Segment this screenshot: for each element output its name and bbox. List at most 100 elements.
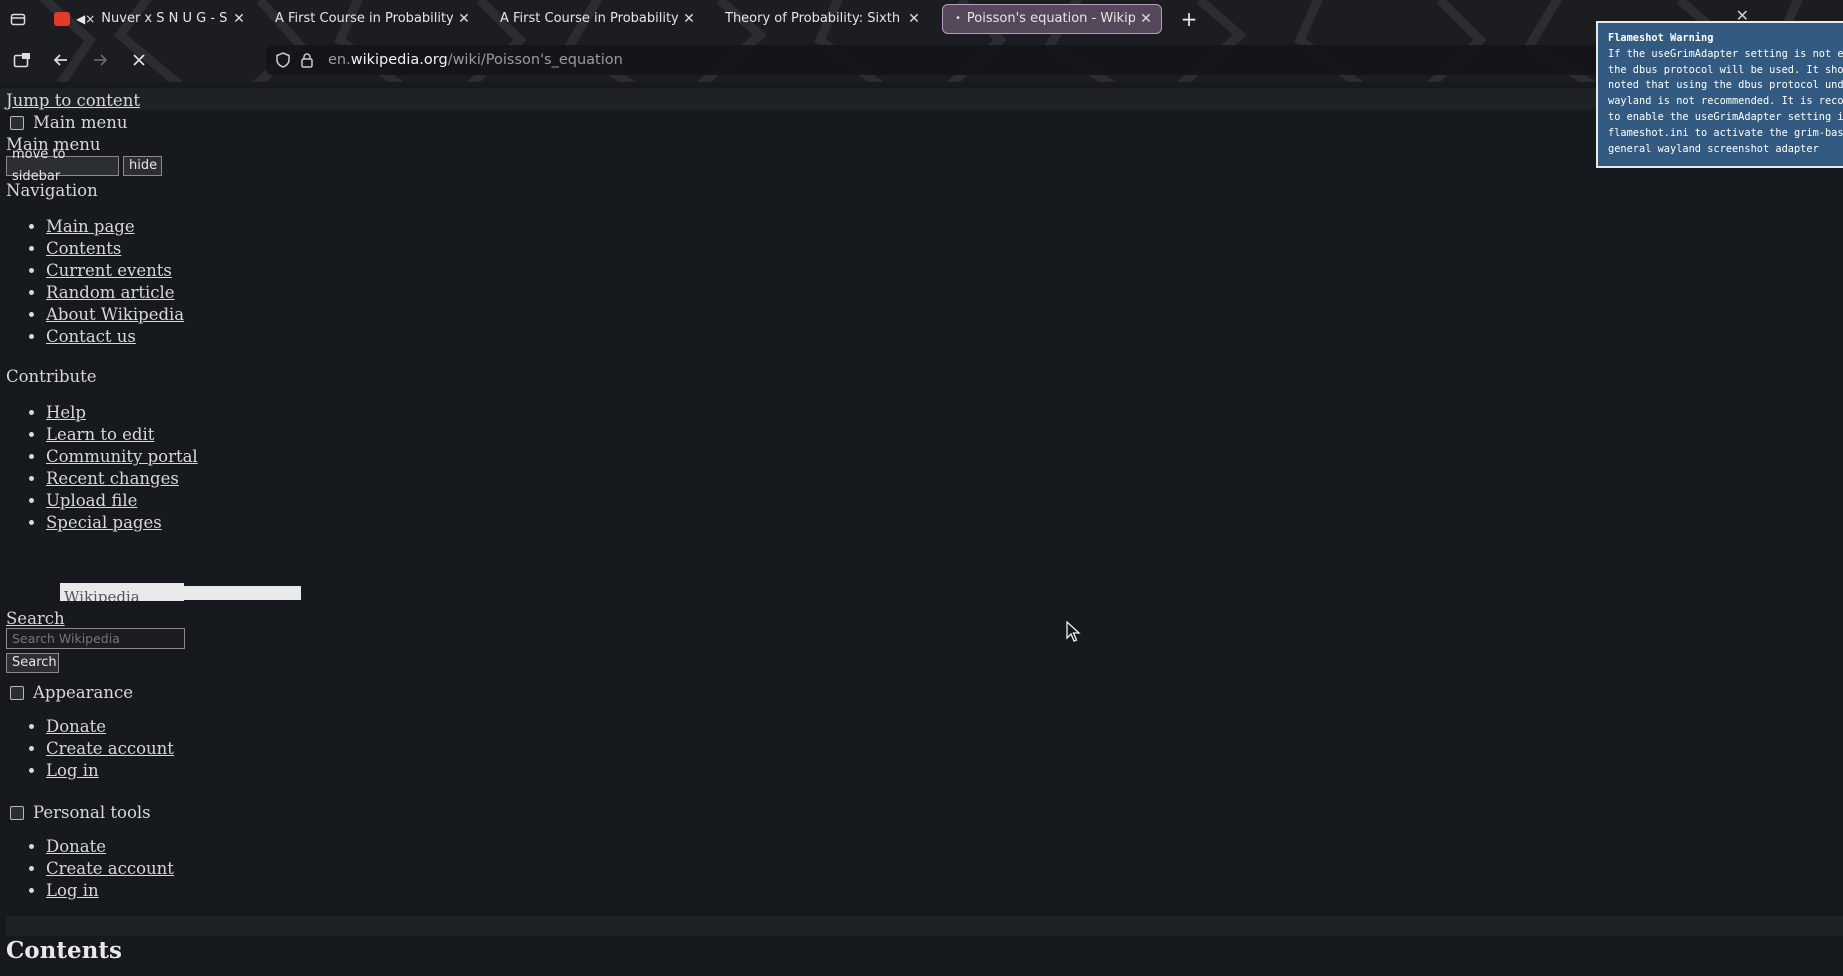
list-item: Help [46,402,198,424]
contribute-link-community-portal[interactable]: Community portal [46,447,198,466]
separator-bar [6,916,1843,936]
popup-line: If the useGrimAdapter setting is not ena [1608,47,1843,60]
nav-link-main-page[interactable]: Main page [46,217,135,236]
tab-3[interactable]: Theory of Probability: Sixth Ed ✕ [717,4,929,34]
list-item: Create account [46,858,174,880]
nav-link-contents[interactable]: Contents [46,239,121,258]
nav-link-about[interactable]: About Wikipedia [46,305,184,324]
flameshot-warning-popup[interactable]: Flameshot Warning If the useGrimAdapter … [1596,21,1843,168]
list-item: Create account [46,738,174,760]
list-item: Recent changes [46,468,198,490]
tab-title: Nuver x S N U G - Space [101,11,228,26]
jump-to-content-link[interactable]: Jump to content [6,90,140,112]
tab-title: Theory of Probability: Sixth Ed [725,11,903,26]
navigation-bar: en.wikipedia.org/wiki/Poisson's_equation [0,41,1843,79]
tab-close-icon[interactable]: ✕ [682,11,696,27]
back-icon[interactable] [44,43,78,77]
tab-title: Poisson's equation - Wikip [966,11,1135,26]
shield-icon[interactable] [272,49,294,71]
popup-title: Flameshot Warning [1608,32,1714,44]
hide-button[interactable]: hide [123,156,162,176]
loading-dot-icon: • [955,13,961,24]
personal-tools-list: Donate Create account Log in [22,836,174,902]
log-in-link[interactable]: Log in [46,881,99,900]
stop-icon[interactable] [122,43,156,77]
create-account-link[interactable]: Create account [46,739,174,758]
wikipedia-tagline-logo [184,586,301,600]
tab-title: A First Course in Probability, 5 [500,11,678,26]
sidebar-icon[interactable] [5,43,39,77]
main-menu-toggle[interactable]: Main menu [10,112,128,134]
contribute-link-recent-changes[interactable]: Recent changes [46,469,179,488]
move-to-sidebar-button[interactable]: move to sidebar [6,147,119,184]
personal-tools-toggle[interactable]: Personal tools [10,802,151,824]
list-item: Log in [46,880,174,902]
search-input[interactable] [6,628,185,649]
appearance-checkbox-label: Appearance [33,683,133,702]
list-item: About Wikipedia [46,304,184,326]
create-account-link[interactable]: Create account [46,859,174,878]
tab-2[interactable]: A First Course in Probability, 5 ✕ [492,4,704,34]
nav-link-current-events[interactable]: Current events [46,261,172,280]
list-item: Special pages [46,512,198,534]
appearance-list: Donate Create account Log in [22,716,174,782]
contribute-link-help[interactable]: Help [46,403,86,422]
log-in-link[interactable]: Log in [46,761,99,780]
popup-line: the dbus protocol will be used. It shoul [1608,63,1843,76]
url-bar[interactable]: en.wikipedia.org/wiki/Poisson's_equation [266,45,1816,75]
youtube-favicon-icon [54,11,70,26]
tab-4-active[interactable]: • Poisson's equation - Wikip ✕ [942,3,1162,34]
donate-link[interactable]: Donate [46,837,106,856]
tab-list-button[interactable] [0,1,36,37]
list-item: Donate [46,716,174,738]
tab-1[interactable]: A First Course in Probability 2( ✕ [267,4,479,34]
appearance-checkbox[interactable] [10,686,24,700]
popup-line: wayland is not recommended. It is recomm [1608,95,1843,108]
list-item: Community portal [46,446,198,468]
list-item: Main page [46,216,184,238]
browser-chrome: ◀× Nuver x S N U G - Space ✕ A First Cou… [0,0,1843,82]
list-item: Contact us [46,326,184,348]
contribute-link-upload-file[interactable]: Upload file [46,491,137,510]
tab-close-icon[interactable]: ✕ [1139,11,1153,27]
search-button[interactable]: Search [6,653,59,673]
popup-line: noted that using the dbus protocol under [1608,79,1843,92]
popup-line: general wayland screenshot adapter [1608,142,1819,155]
tab-list-icon [10,13,26,25]
list-item: Upload file [46,490,198,512]
list-item: Learn to edit [46,424,198,446]
tab-bar: ◀× Nuver x S N U G - Space ✕ A First Cou… [0,0,1843,37]
main-menu-checkbox-label: Main menu [33,113,128,132]
tab-close-icon[interactable]: ✕ [907,11,921,27]
url-text: en.wikipedia.org/wiki/Poisson's_equation [328,52,623,68]
contribute-list: Help Learn to edit Community portal Rece… [22,402,198,534]
personal-tools-checkbox-label: Personal tools [33,803,151,822]
tab-close-icon[interactable]: ✕ [232,11,246,27]
personal-tools-checkbox[interactable] [10,806,24,820]
tab-title: A First Course in Probability 2( [275,11,453,26]
main-menu-checkbox[interactable] [10,116,24,130]
speaker-mute-icon[interactable]: ◀× [76,12,95,26]
forward-icon[interactable] [83,43,117,77]
tab-close-icon[interactable]: ✕ [457,11,471,27]
tab-0[interactable]: ◀× Nuver x S N U G - Space ✕ [46,4,254,34]
contribute-link-special-pages[interactable]: Special pages [46,513,162,532]
navigation-heading: Navigation [6,181,98,200]
url-domain: wikipedia.org [350,52,448,68]
search-link[interactable]: Search [6,608,65,630]
popup-line: flameshot.ini to activate the grim-based [1608,126,1843,139]
url-path: /wiki/Poisson's_equation [447,52,623,68]
lock-icon[interactable] [296,49,318,71]
nav-link-random-article[interactable]: Random article [46,283,175,302]
list-item: Log in [46,760,174,782]
navigation-list: Main page Contents Current events Random… [22,216,184,348]
jump-row: Jump to content [0,88,1843,110]
list-item: Donate [46,836,174,858]
appearance-toggle[interactable]: Appearance [10,682,133,704]
contents-heading: Contents [6,937,122,964]
donate-link[interactable]: Donate [46,717,106,736]
new-tab-icon[interactable]: + [1175,5,1203,33]
wikipedia-wordmark-logo[interactable]: Wikipedia [60,583,184,601]
nav-link-contact[interactable]: Contact us [46,327,136,346]
contribute-link-learn-to-edit[interactable]: Learn to edit [46,425,154,444]
